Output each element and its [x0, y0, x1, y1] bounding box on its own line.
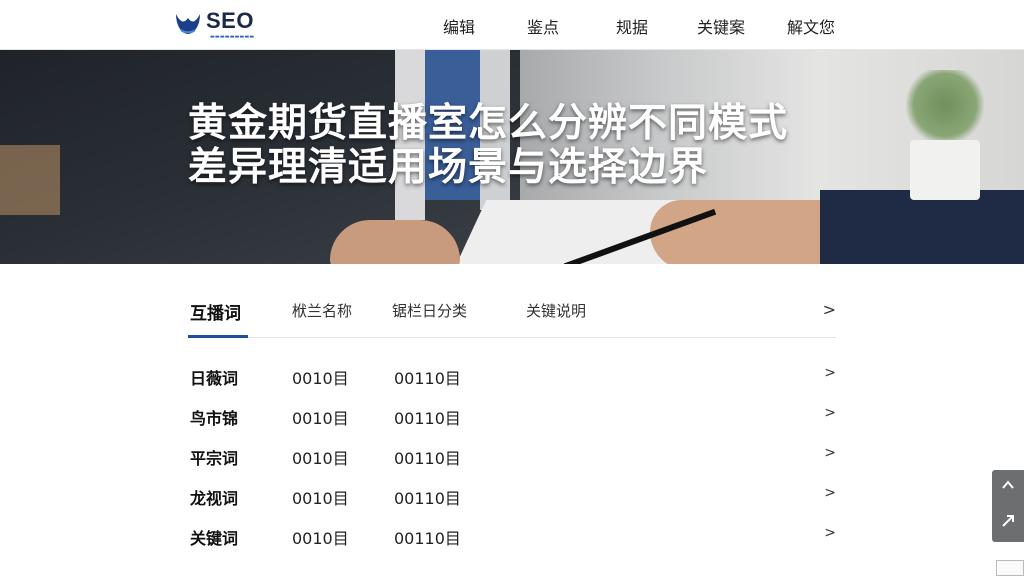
site-header: SEO ▬▬▬▬▬▬▬▬▬ 编辑 鉴点 规据 关键案 解文您 [0, 0, 1024, 50]
active-tab-underline [188, 335, 248, 338]
chevron-right-icon[interactable]: > [824, 525, 836, 541]
wave-logo-icon [176, 14, 200, 34]
table-tabs: 互播词 栿兰名称 锯栏日分类 关键说明 > [188, 290, 836, 338]
tab-4[interactable]: 关键说明 [526, 300, 586, 321]
floating-side-widget [992, 470, 1024, 542]
chevron-right-icon[interactable]: > [823, 300, 836, 319]
row-value-1: 0010目 [292, 369, 349, 388]
chevron-right-icon[interactable]: > [824, 445, 836, 461]
hero-title-line-2: 差异理清适用场景与选择边界 [188, 145, 709, 190]
share-icon-glyph [1002, 515, 1014, 527]
list-item[interactable]: 日薇词 0010目 00110目 > [188, 357, 836, 397]
row-keyword: 龙视词 [190, 489, 239, 508]
tab-1[interactable]: 互播词 [190, 299, 241, 324]
nav-item-3[interactable]: 规据 [616, 14, 648, 38]
hero-title-line-1: 黄金期货直播室怎么分辨不同模式 [188, 101, 789, 146]
row-keyword: 平宗词 [190, 449, 239, 468]
chevron-up-icon-glyph [1002, 480, 1014, 489]
row-value-1: 0010目 [292, 449, 349, 468]
row-value-1: 0010目 [292, 529, 349, 548]
row-value-2: 00110目 [394, 449, 461, 468]
hero-banner: 黄金期货直播室怎么分辨不同模式 差异理清适用场景与选择边界 [0, 50, 1024, 264]
nav-item-5[interactable]: 解文您 [787, 14, 835, 38]
row-keyword: 关键词 [190, 529, 239, 548]
row-value-2: 00110目 [394, 369, 461, 388]
hero-photo-shelf [0, 145, 60, 215]
logo-tagline: ▬▬▬▬▬▬▬▬▬ [210, 34, 255, 40]
hero-photo-sleeve-right [820, 190, 1024, 264]
row-value-2: 00110目 [394, 489, 461, 508]
row-value-1: 0010目 [292, 409, 349, 428]
tab-3[interactable]: 锯栏日分类 [392, 300, 467, 321]
row-value-1: 0010目 [292, 489, 349, 508]
chevron-right-icon[interactable]: > [824, 485, 836, 501]
logo-text: SEO [206, 8, 254, 33]
list-item[interactable]: 龙视词 0010目 00110目 > [188, 477, 836, 517]
row-keyword: 日薇词 [190, 369, 239, 388]
row-keyword: 鸟市锦 [190, 409, 239, 428]
hero-title: 黄金期货直播室怎么分辨不同模式 差异理清适用场景与选择边界 [188, 102, 888, 190]
hero-photo-plant [900, 70, 990, 140]
hero-photo-pot [910, 140, 980, 200]
chevron-right-icon[interactable]: > [824, 365, 836, 381]
tab-2[interactable]: 栿兰名称 [292, 300, 352, 321]
chevron-right-icon[interactable]: > [824, 405, 836, 421]
chevron-up-icon[interactable] [992, 470, 1024, 506]
nav-item-4[interactable]: 关键案 [697, 14, 745, 38]
site-logo[interactable]: SEO ▬▬▬▬▬▬▬▬▬ [172, 8, 282, 44]
row-value-2: 00110目 [394, 409, 461, 428]
row-value-2: 00110目 [394, 529, 461, 548]
share-icon[interactable] [992, 506, 1024, 542]
list-item[interactable]: 关键词 0010目 00110目 > [188, 517, 836, 557]
hero-photo-hand-left [330, 220, 460, 264]
corner-widget[interactable] [996, 560, 1024, 576]
nav-item-1[interactable]: 编辑 [443, 14, 475, 38]
list-item[interactable]: 平宗词 0010目 00110目 > [188, 437, 836, 477]
keyword-list: 日薇词 0010目 00110目 > 鸟市锦 0010目 00110目 > 平宗… [188, 357, 836, 557]
list-item[interactable]: 鸟市锦 0010目 00110目 > [188, 397, 836, 437]
nav-item-2[interactable]: 鉴点 [527, 14, 559, 38]
